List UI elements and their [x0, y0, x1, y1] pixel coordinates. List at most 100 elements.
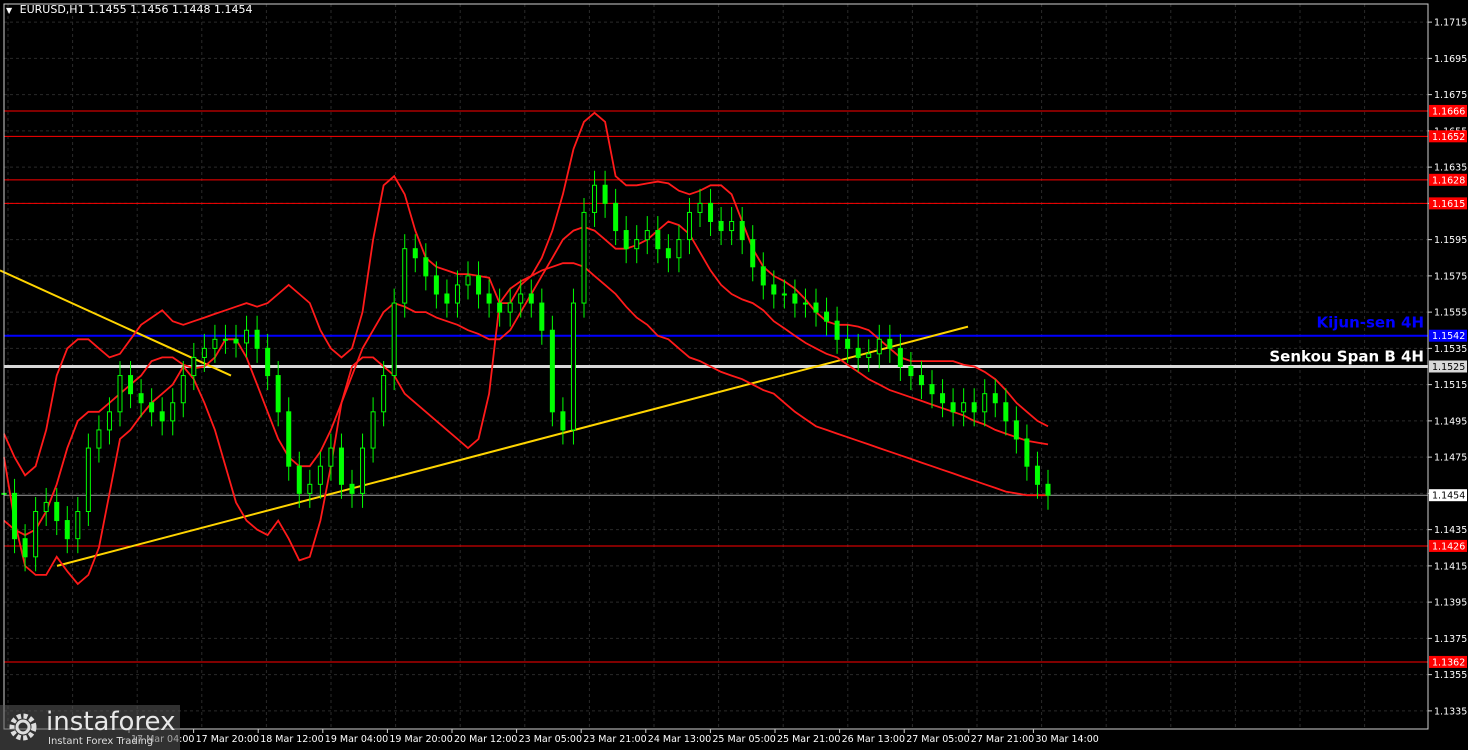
- x-tick-label: 27 Mar 05:00: [906, 734, 969, 745]
- x-tick-label: 23 Mar 05:00: [519, 734, 582, 745]
- candle-body: [950, 402, 956, 413]
- candle-body: [1013, 420, 1019, 440]
- x-tick-label: 25 Mar 05:00: [712, 734, 775, 745]
- candle-body: [286, 411, 292, 467]
- candle-body: [697, 202, 703, 213]
- price-candles: [1, 170, 1051, 572]
- y-tick-label: 1.1535: [1434, 344, 1467, 355]
- y-tick-label: 1.1415: [1434, 561, 1467, 572]
- chart-header: ▼ EURUSD,H1 1.1455 1.1456 1.1448 1.1454: [6, 3, 253, 16]
- y-tick-label: 1.1395: [1434, 598, 1467, 609]
- x-tick-label: 23 Mar 21:00: [583, 734, 646, 745]
- kijun-sen-label: Kijun-sen 4H: [1317, 314, 1424, 332]
- level-price-tag: 1.1628: [1432, 175, 1465, 186]
- horizontal-levels: Kijun-sen 4H Senkou Span B 4H: [4, 110, 1428, 663]
- x-tick-label: 20 Mar 12:00: [454, 734, 517, 745]
- y-tick-label: 1.1635: [1434, 163, 1467, 174]
- candle-body: [581, 211, 587, 304]
- candle-body: [201, 347, 207, 358]
- candle-body: [391, 302, 397, 377]
- candle-body: [486, 293, 492, 304]
- candle-body: [781, 293, 787, 296]
- y-tick-label: 1.1495: [1434, 416, 1467, 427]
- x-tick-label: 27 Mar 21:00: [971, 734, 1034, 745]
- candle-body: [338, 447, 344, 485]
- candle-body: [22, 538, 28, 558]
- candle-body: [592, 184, 598, 213]
- candle-body: [813, 302, 819, 313]
- y-tick-label: 1.1435: [1434, 525, 1467, 536]
- candle-body: [349, 483, 355, 494]
- candle-body: [655, 230, 661, 250]
- candle-body: [12, 492, 18, 540]
- y-tick-label: 1.1355: [1434, 670, 1467, 681]
- candle-body: [423, 257, 429, 277]
- candle-body: [465, 275, 471, 286]
- y-tick-label: 1.1575: [1434, 271, 1467, 282]
- candle-body: [887, 338, 893, 349]
- candle-body: [518, 293, 524, 304]
- x-tick-label: 25 Mar 21:00: [777, 734, 840, 745]
- candle-body: [433, 275, 439, 295]
- candle-body: [507, 302, 513, 313]
- candle-body: [296, 465, 302, 494]
- price-chart[interactable]: Kijun-sen 4H Senkou Span B 4H 1.1715 1.169…: [0, 0, 1468, 750]
- candle-body: [665, 248, 671, 259]
- candle-body: [750, 239, 756, 268]
- candle-body: [908, 366, 914, 377]
- candle-body: [317, 465, 323, 485]
- candle-body: [265, 347, 271, 377]
- candle-body: [54, 501, 60, 522]
- candle-body: [1045, 483, 1051, 496]
- y-tick-label: 1.1475: [1434, 453, 1467, 464]
- level-price-tag: 1.1615: [1432, 199, 1465, 210]
- candle-body: [1034, 465, 1040, 485]
- y-tick-label: 1.1675: [1434, 90, 1467, 101]
- candle-body: [686, 211, 692, 241]
- candle-body: [961, 402, 967, 413]
- kijun-price-tag: 1.1542: [1432, 331, 1465, 342]
- candle-body: [539, 302, 545, 331]
- candle-body: [497, 302, 503, 313]
- candle-body: [623, 230, 629, 250]
- candle-body: [866, 353, 872, 358]
- x-tick-label: 24 Mar 13:00: [648, 734, 711, 745]
- candle-body: [117, 375, 123, 413]
- candle-body: [307, 483, 313, 494]
- candle-body: [549, 329, 555, 413]
- candle-body: [75, 511, 81, 540]
- candle-body: [138, 393, 144, 404]
- candle-body: [940, 393, 946, 404]
- candle-body: [159, 411, 165, 422]
- x-tick-label: 30 Mar 14:00: [1035, 734, 1098, 745]
- candle-body: [1003, 402, 1009, 422]
- dropdown-triangle-icon[interactable]: ▼: [6, 6, 12, 15]
- candle-body: [222, 338, 228, 341]
- ohlc-values: 1.1455 1.1456 1.1448 1.1454: [88, 3, 253, 16]
- candle-body: [644, 230, 650, 241]
- y-tick-label: 1.1375: [1434, 634, 1467, 645]
- candle-body: [613, 202, 619, 232]
- candle-body: [992, 393, 998, 404]
- candle-body: [676, 239, 682, 259]
- level-price-tag: 1.1666: [1432, 106, 1465, 117]
- candle-body: [929, 384, 935, 395]
- candle-body: [106, 411, 112, 431]
- candle-body: [444, 293, 450, 304]
- candle-body: [170, 402, 176, 422]
- candle-body: [834, 320, 840, 340]
- candle-body: [876, 338, 882, 355]
- candle-body: [918, 375, 924, 386]
- candle-body: [275, 375, 281, 413]
- bollinger-middle-line: [3, 220, 1049, 537]
- candle-body: [233, 338, 239, 344]
- candle-body: [43, 501, 49, 512]
- candle-body: [708, 202, 714, 222]
- candle-body: [602, 184, 608, 204]
- x-tick-label: 19 Mar 20:00: [389, 734, 452, 745]
- level-price-tag: 1.1362: [1432, 657, 1465, 668]
- candle-body: [64, 520, 70, 540]
- candle-body: [560, 411, 566, 431]
- trend-line: [0, 269, 232, 377]
- candle-body: [402, 248, 408, 304]
